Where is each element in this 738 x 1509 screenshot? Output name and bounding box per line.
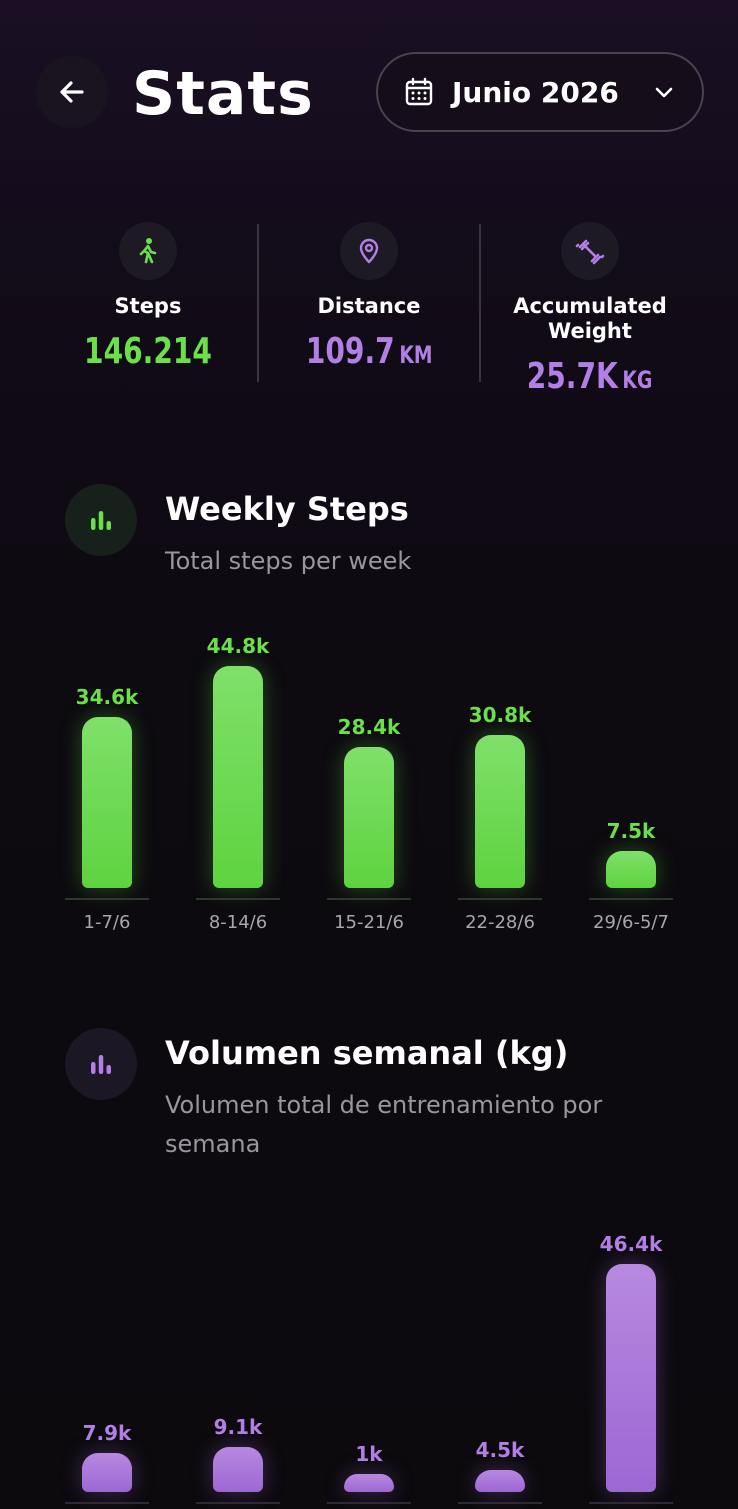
bar-value-label: 46.4k — [599, 1232, 663, 1256]
back-button[interactable] — [36, 56, 108, 128]
stat-steps-value: 146.214 — [84, 331, 212, 372]
chart-bar[interactable] — [82, 1453, 132, 1492]
walking-person-icon — [139, 238, 157, 264]
bar-baseline — [65, 898, 149, 900]
bar-baseline — [458, 898, 542, 900]
weekly-volume-title: Volumen semanal (kg) — [165, 1034, 569, 1072]
stat-weight: Accumulated Weight 25.7K KG — [479, 222, 701, 397]
x-axis-label: 1-7/6 — [83, 912, 131, 933]
bar-baseline — [458, 1502, 542, 1504]
bar-value-label: 30.8k — [468, 703, 532, 728]
calendar-icon — [405, 77, 433, 106]
stat-weight-label: Accumulated Weight — [513, 294, 667, 343]
location-pin-icon — [359, 238, 379, 264]
bar-baseline — [196, 1502, 280, 1504]
bar-value-label: 28.4k — [337, 715, 401, 740]
bar-value-label: 9.1k — [213, 1415, 263, 1440]
stat-distance: Distance 109.7 KM — [258, 222, 480, 372]
weekly-volume-icon-badge — [65, 1028, 137, 1100]
weekly-steps-icon-badge — [65, 484, 137, 556]
weekly-volume-subtitle: Volumen total de entrenamiento por seman… — [165, 1091, 603, 1158]
weekly-steps-chart: 34.6k 1-7/6 44.8k 8-14/6 28.4k 15-21/6 30.8k 22… — [0, 600, 738, 950]
dumbbell-icon — [575, 239, 605, 265]
chart-bar[interactable] — [344, 1474, 394, 1492]
bar-value-label: 44.8k — [206, 634, 270, 658]
bar-baseline — [196, 898, 280, 900]
chart-bar[interactable] — [213, 1447, 263, 1492]
stat-distance-value: 109.7 KM — [305, 331, 433, 372]
bar-baseline — [327, 898, 411, 900]
bar-baseline — [65, 1502, 149, 1504]
bar-chart-icon — [91, 1055, 111, 1074]
bar-value-label: 7.9k — [82, 1421, 132, 1446]
weekly-steps-subtitle: Total steps per week — [165, 547, 412, 575]
arrow-left-icon — [60, 81, 84, 103]
x-axis-label: 29/6-5/7 — [593, 912, 669, 933]
chart-bar[interactable] — [344, 747, 394, 888]
x-axis-label: 22-28/6 — [465, 912, 535, 933]
chart-bar[interactable] — [606, 1264, 656, 1492]
bar-baseline — [589, 1502, 673, 1504]
stat-distance-label: Distance — [317, 294, 421, 318]
x-axis-label: 15-21/6 — [334, 912, 404, 933]
bar-baseline — [589, 898, 673, 900]
page-title: Stats — [132, 59, 314, 129]
chart-bar[interactable] — [213, 666, 263, 888]
bar-baseline — [327, 1502, 411, 1504]
chevron-down-icon — [655, 87, 673, 98]
bar-value-label: 34.6k — [75, 684, 139, 709]
chart-bar[interactable] — [82, 716, 132, 888]
bar-chart-icon — [91, 511, 111, 530]
bar-value-label: 1k — [355, 1442, 383, 1466]
month-selector[interactable]: Junio 2026 — [376, 52, 704, 132]
chart-bar[interactable] — [606, 850, 656, 888]
chart-bar[interactable] — [475, 1469, 525, 1492]
x-axis-label: 8-14/6 — [208, 912, 268, 933]
bar-value-label: 7.5k — [606, 818, 656, 843]
stat-steps: Steps 146.214 — [37, 222, 259, 372]
month-label: Junio 2026 — [452, 75, 619, 109]
bar-value-label: 4.5k — [475, 1437, 525, 1462]
weekly-steps-title: Weekly Steps — [165, 490, 409, 528]
stat-weight-value: 25.7K KG — [527, 356, 653, 397]
stat-steps-label: Steps — [114, 294, 182, 318]
chart-bar[interactable] — [475, 735, 525, 888]
weekly-volume-chart: 7.9k 9.1k 1k 4.5k 46.4k — [0, 1200, 738, 1509]
